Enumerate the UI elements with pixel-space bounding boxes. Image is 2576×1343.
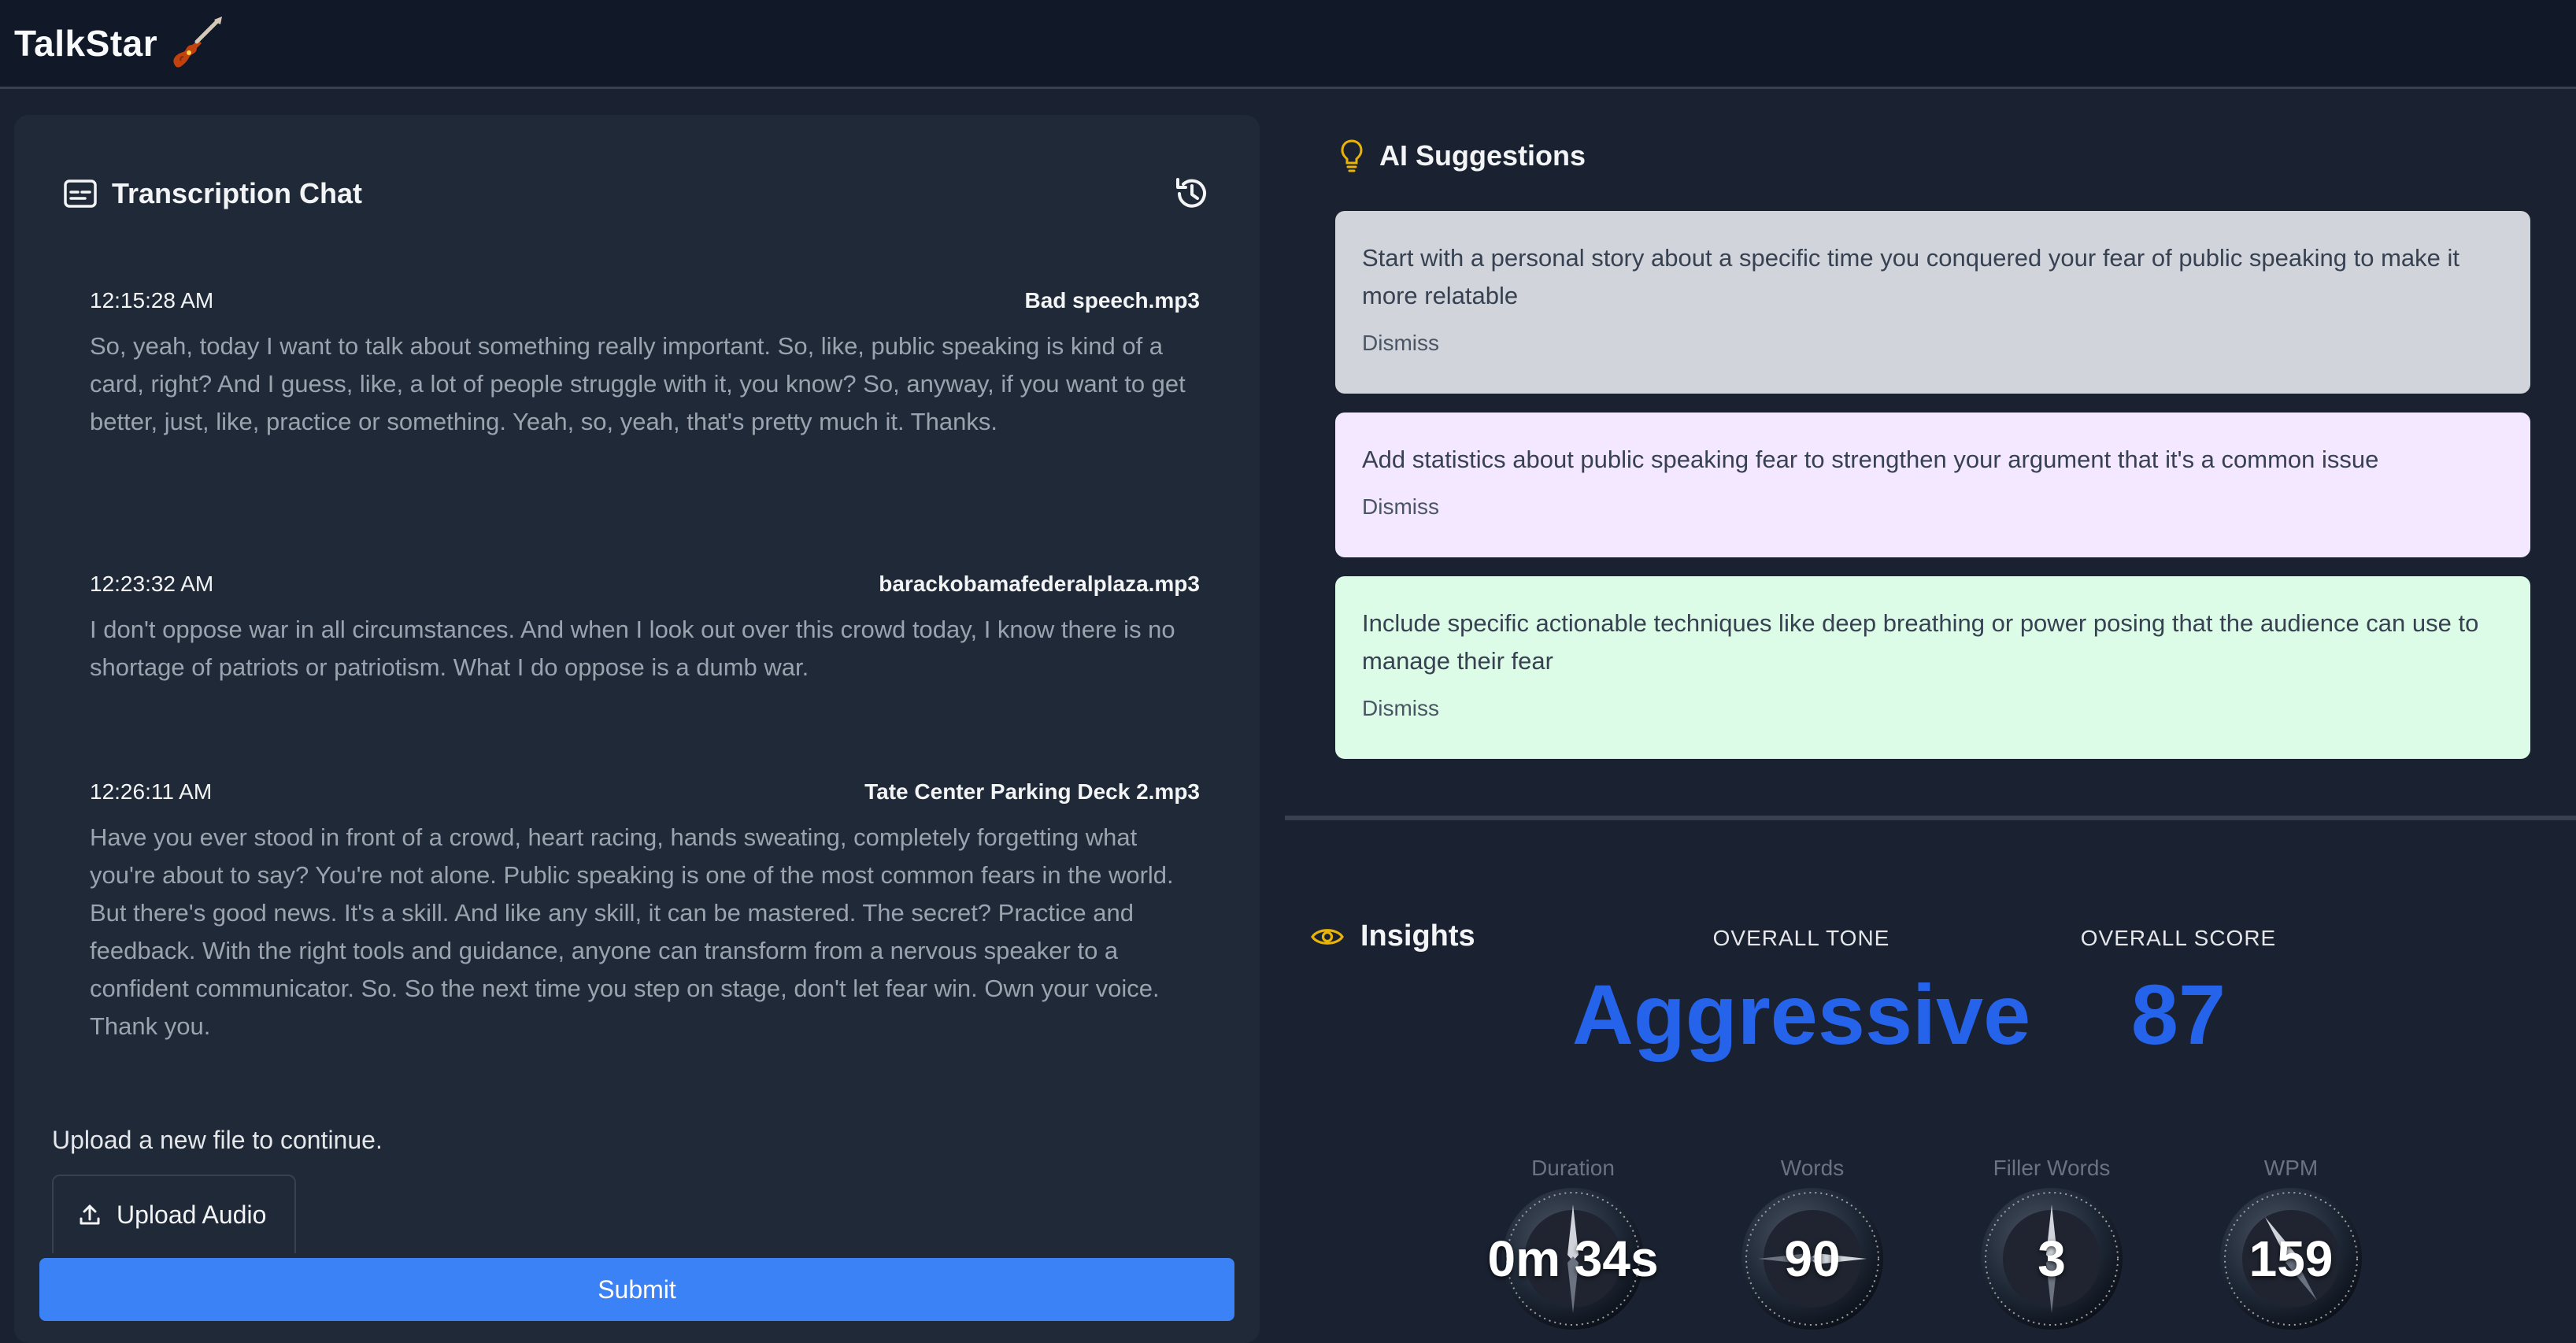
overall-score-label: OVERALL SCORE — [2080, 926, 2277, 950]
upload-icon — [80, 1204, 100, 1225]
chat-message: 12:23:32 AM barackobamafederalplaza.mp3 … — [90, 572, 1200, 686]
stat-label: Words — [1780, 1156, 1845, 1180]
suggestion-text: Start with a personal story about a spec… — [1362, 244, 2460, 309]
message-file: barackobamafederalplaza.mp3 — [879, 572, 1200, 596]
stat-filler-words: Filler Words 3 — [1965, 1156, 2138, 1332]
overall-score-value: 87 — [2130, 967, 2226, 1062]
dial: 159 — [2218, 1186, 2364, 1332]
upload-audio-label: Upload Audio — [117, 1200, 267, 1229]
right-panel: AI Suggestions Start with a personal sto… — [1285, 91, 2576, 1343]
message-time: 12:15:28 AM — [90, 288, 214, 313]
suggestion-card: Add statistics about public speaking fea… — [1335, 413, 2530, 557]
stat-words: Words 90 — [1726, 1156, 1899, 1332]
eye-icon — [1311, 928, 1344, 945]
dismiss-button[interactable]: Dismiss — [1362, 331, 1439, 356]
suggestion-text: Add statistics about public speaking fea… — [1362, 446, 2379, 473]
app-title: TalkStar — [14, 23, 158, 64]
stat-value: 90 — [1784, 1230, 1841, 1287]
message-text: Have you ever stood in front of a crowd,… — [90, 823, 1174, 1040]
overall-tone-label: OVERALL TONE — [1712, 926, 1890, 950]
stat-value: 159 — [2248, 1230, 2334, 1287]
upload-hint: Upload a new file to continue. — [52, 1126, 383, 1154]
insights-header: Insights — [1310, 919, 1475, 953]
submit-button[interactable]: Submit — [39, 1258, 1234, 1321]
stat-wpm: WPM 159 — [2204, 1156, 2378, 1332]
stat-label: WPM — [2263, 1156, 2319, 1180]
message-time: 12:23:32 AM — [90, 572, 214, 596]
insights-title: Insights — [1360, 919, 1475, 953]
message-meta: 12:15:28 AM Bad speech.mp3 — [90, 288, 1200, 313]
suggestions-title: AI Suggestions — [1379, 139, 1586, 172]
history-icon[interactable] — [1171, 173, 1212, 214]
stat-duration: Duration 0m 34s — [1486, 1156, 1660, 1332]
transcription-panel: Transcription Chat 12:15:28 AM Bad speec… — [14, 115, 1260, 1343]
suggestions-header: AI Suggestions — [1340, 139, 1586, 173]
subtitles-icon — [64, 179, 97, 208]
suggestion-card: Include specific actionable techniques l… — [1335, 576, 2530, 759]
message-text: So, yeah, today I want to talk about som… — [90, 332, 1186, 435]
overall-tone-value: Aggressive — [1571, 967, 2031, 1062]
stat-label: Duration — [1531, 1156, 1615, 1180]
message-text: I don't oppose war in all circumstances.… — [90, 616, 1175, 681]
stat-value: 3 — [2037, 1230, 2066, 1287]
lightbulb-icon — [1341, 139, 1363, 172]
dismiss-button[interactable]: Dismiss — [1362, 696, 1439, 721]
top-bar: TalkStar — [0, 0, 2576, 89]
suggestion-card: Start with a personal story about a spec… — [1335, 211, 2530, 394]
message-meta: 12:23:32 AM barackobamafederalplaza.mp3 — [90, 572, 1200, 597]
message-file: Bad speech.mp3 — [1024, 288, 1200, 313]
dial: 90 — [1739, 1186, 1886, 1332]
dial: 3 — [1978, 1186, 2125, 1332]
dismiss-button[interactable]: Dismiss — [1362, 494, 1439, 520]
message-time: 12:26:11 AM — [90, 779, 213, 804]
chat-header: Transcription Chat — [63, 170, 1212, 217]
section-divider[interactable] — [1285, 816, 2576, 820]
suggestion-text: Include specific actionable techniques l… — [1362, 609, 2479, 675]
chat-message: 12:26:11 AM Tate Center Parking Deck 2.m… — [90, 779, 1200, 1045]
message-file: Tate Center Parking Deck 2.mp3 — [864, 779, 1200, 804]
stat-value: 0m 34s — [1487, 1230, 1659, 1287]
guitar-icon — [173, 17, 223, 68]
message-meta: 12:26:11 AM Tate Center Parking Deck 2.m… — [90, 779, 1200, 805]
upload-audio-button[interactable]: Upload Audio — [52, 1175, 296, 1253]
chat-message: 12:15:28 AM Bad speech.mp3 So, yeah, tod… — [90, 288, 1200, 441]
stat-label: Filler Words — [1993, 1156, 2111, 1180]
dial: 0m 34s — [1487, 1186, 1659, 1332]
suggestions-list[interactable]: Start with a personal story about a spec… — [1335, 211, 2530, 816]
chat-title: Transcription Chat — [112, 177, 363, 209]
